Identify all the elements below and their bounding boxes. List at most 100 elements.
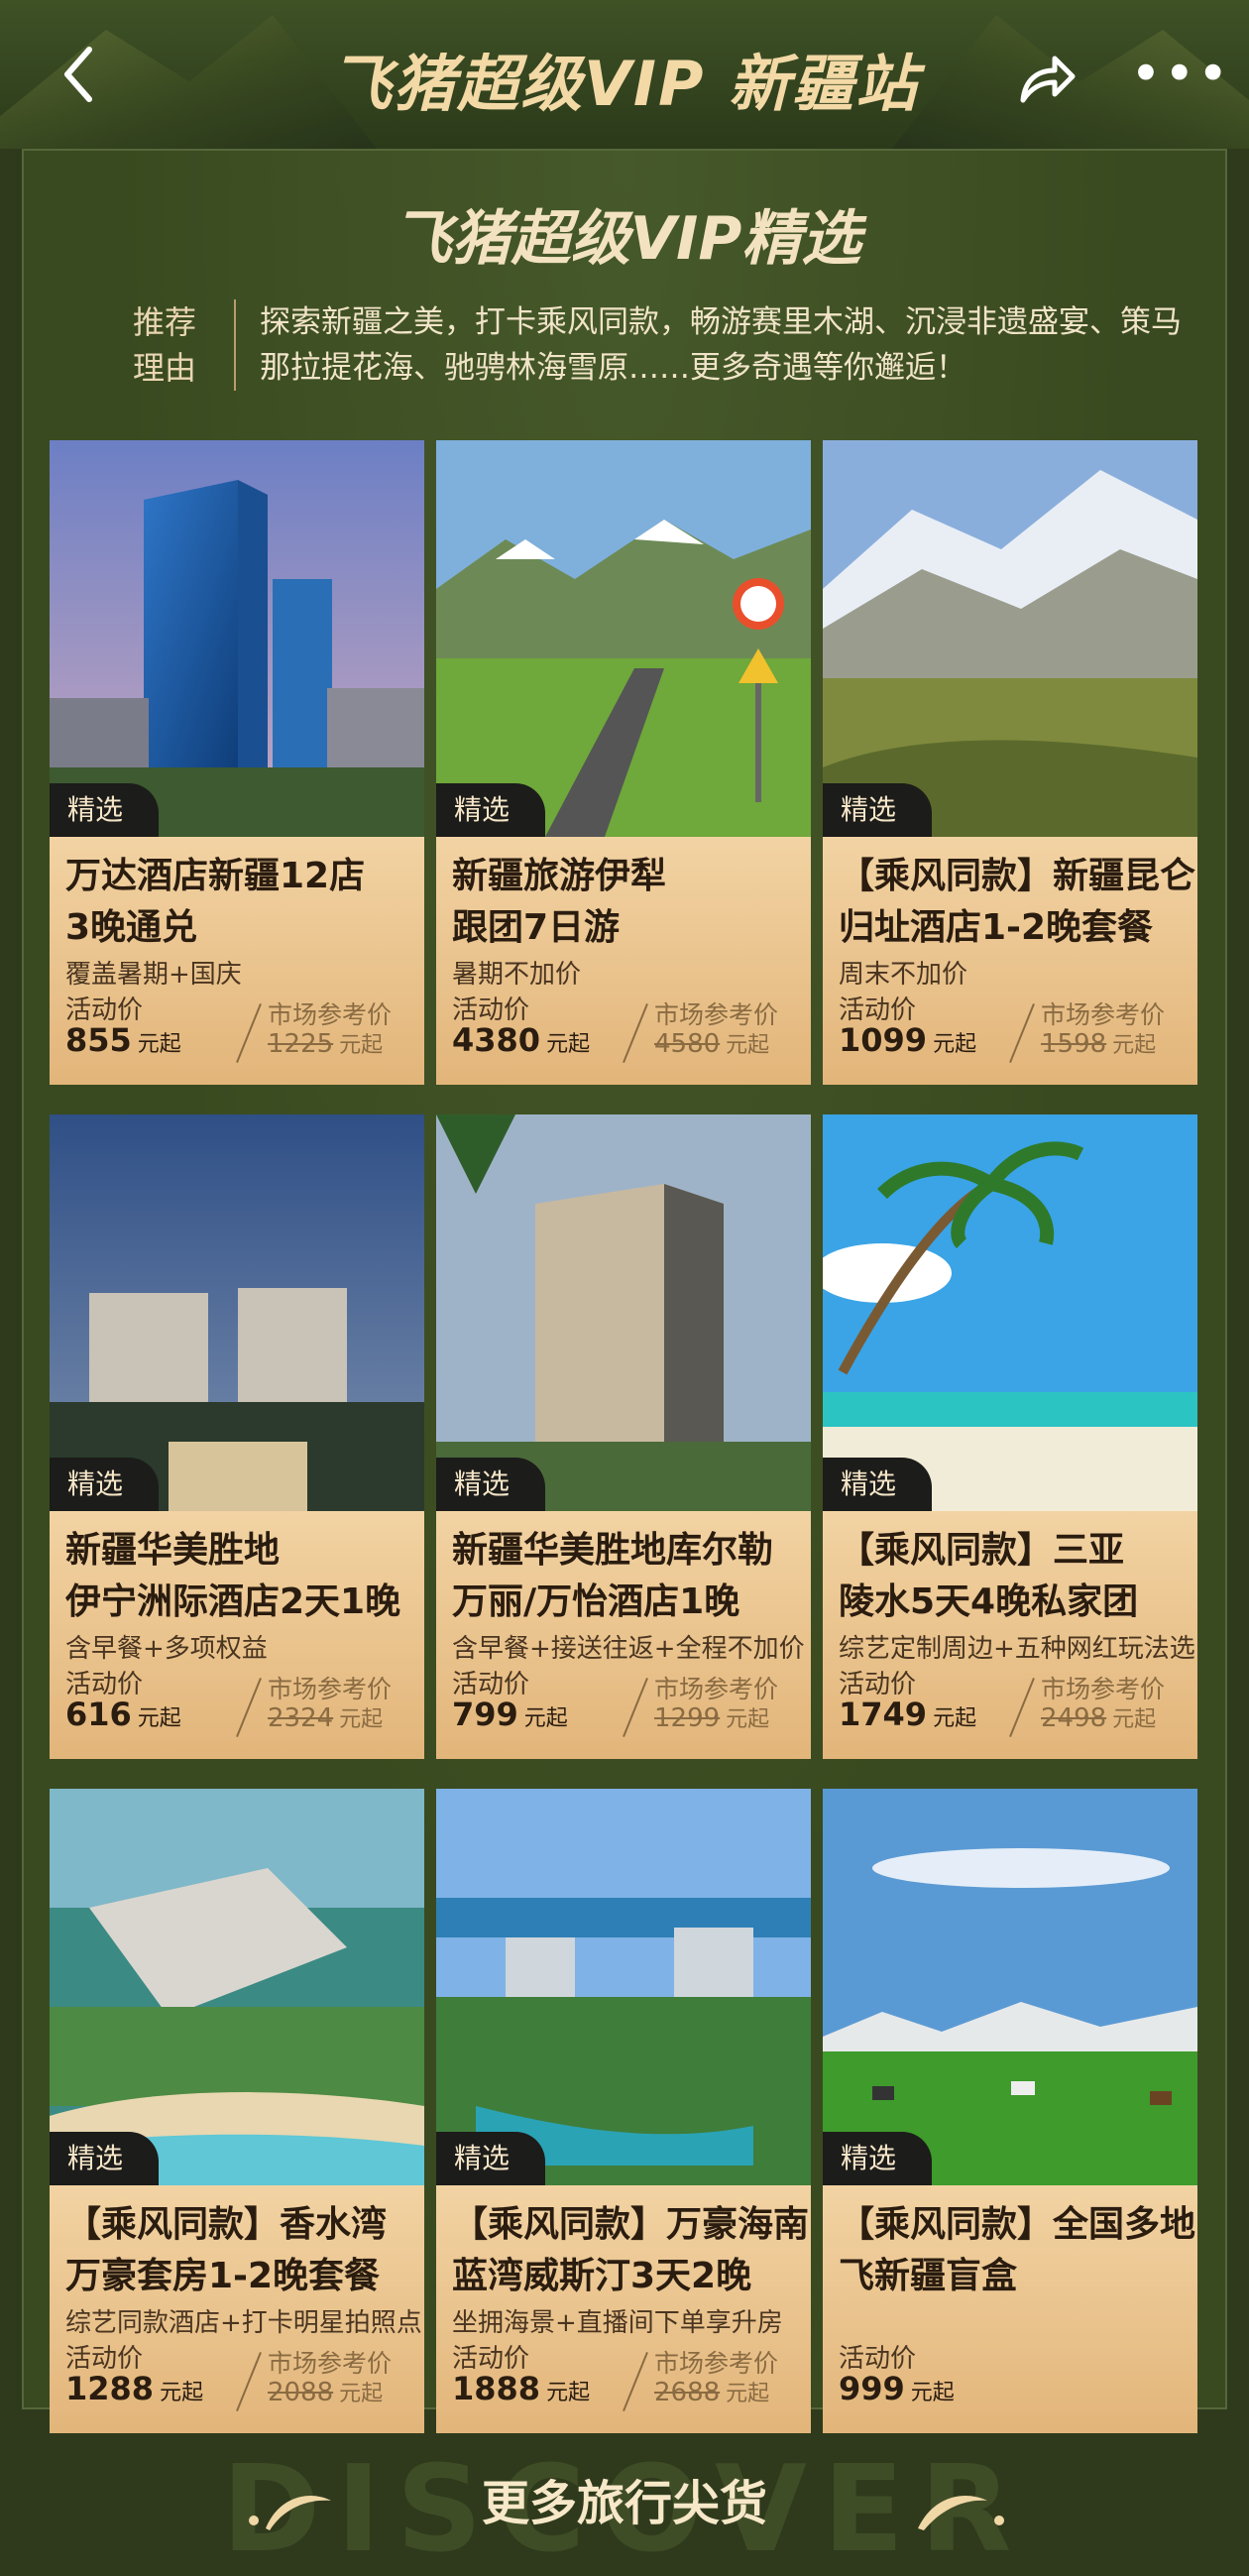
more-dots-icon[interactable]: ••• — [1130, 48, 1229, 104]
product-title: 【乘风同款】三亚 陵水5天4晚私家团 — [839, 1525, 1195, 1628]
featured-tag: 精选 — [50, 783, 159, 837]
price-value: 1288 — [65, 2370, 155, 2407]
product-title-line2: 归址酒店1-2晚套餐 — [839, 907, 1154, 948]
price-value: 1749 — [839, 1696, 928, 1733]
market-price-label: 市场参考价 — [1041, 1000, 1166, 1029]
product-card[interactable]: 精选 【乘风同款】香水湾 万豪套房1-2晚套餐 综艺同款酒店+打卡明星拍照点 活… — [50, 1789, 424, 2433]
price-value: 855 — [65, 1021, 132, 1059]
price-value: 1099 — [839, 1021, 928, 1059]
divider — [234, 299, 236, 391]
market-price: 1299 元起 — [654, 1701, 769, 1733]
activity-price: 1749 元起 — [839, 1696, 976, 1733]
product-title: 【乘风同款】香水湾 万豪套房1-2晚套餐 — [65, 2199, 422, 2302]
market-price-unit: 元起 — [1112, 1033, 1157, 1058]
featured-tag: 精选 — [50, 1458, 159, 1511]
product-image — [50, 440, 424, 837]
market-price: 1598 元起 — [1041, 1027, 1156, 1059]
featured-tag: 精选 — [823, 1458, 932, 1511]
market-price-label: 市场参考价 — [268, 1000, 393, 1029]
product-card[interactable]: 精选 【乘风同款】新疆昆仑山 归址酒店1-2晚套餐 周末不加价 活动价 1099… — [823, 440, 1197, 1085]
product-title-line1: 万达酒店新疆12店 — [65, 856, 366, 896]
product-info: 万达酒店新疆12店 3晚通兑 覆盖暑期+国庆 活动价 855 元起 市场参考价 1… — [50, 837, 424, 1085]
market-price-unit: 元起 — [726, 1033, 770, 1058]
market-price-label: 市场参考价 — [654, 1675, 779, 1703]
price-value: 4380 — [452, 1021, 541, 1059]
featured-tag: 精选 — [50, 2132, 159, 2185]
product-title-line1: 【乘风同款】三亚 — [839, 1530, 1125, 1571]
price-unit: 元起 — [933, 1032, 977, 1057]
product-subtitle: 覆盖暑期+国庆 — [65, 960, 242, 990]
product-info: 【乘风同款】香水湾 万豪套房1-2晚套餐 综艺同款酒店+打卡明星拍照点 活动价 … — [50, 2185, 424, 2433]
price-unit: 元起 — [137, 1706, 181, 1731]
market-price: 2088 元起 — [268, 2376, 383, 2407]
product-card[interactable]: 精选 【乘风同款】万豪海南 蓝湾威斯汀3天2晚 坐拥海景+直播间下单享升房 活动… — [436, 1789, 811, 2433]
product-subtitle: 周末不加价 — [839, 960, 968, 990]
price-separator — [236, 2351, 262, 2412]
product-info: 【乘风同款】万豪海南 蓝湾威斯汀3天2晚 坐拥海景+直播间下单享升房 活动价 1… — [436, 2185, 811, 2433]
product-title-line1: 【乘风同款】香水湾 — [65, 2204, 388, 2245]
product-title-line2: 蓝湾威斯汀3天2晚 — [452, 2256, 752, 2296]
price-value: 616 — [65, 1696, 132, 1733]
product-card[interactable]: 精选 万达酒店新疆12店 3晚通兑 覆盖暑期+国庆 活动价 855 元起 市场参考… — [50, 440, 424, 1085]
share-icon[interactable] — [1011, 45, 1080, 114]
product-subtitle: 综艺定制周边+五种网红玩法选 — [839, 1634, 1195, 1664]
market-price-value: 1299 — [654, 1703, 721, 1733]
market-price: 2498 元起 — [1041, 1701, 1156, 1733]
product-image — [50, 1789, 424, 2185]
product-title-line2: 飞新疆盲盒 — [839, 2256, 1018, 2296]
product-card[interactable]: 精选 【乘风同款】三亚 陵水5天4晚私家团 综艺定制周边+五种网红玩法选 活动价… — [823, 1114, 1197, 1759]
product-image — [823, 1789, 1197, 2185]
product-info: 新疆旅游伊犁 跟团7日游 暑期不加价 活动价 4380 元起 市场参考价 4580… — [436, 837, 811, 1085]
product-image — [50, 1114, 424, 1511]
product-card[interactable]: 精选 【乘风同款】全国多地 飞新疆盲盒 活动价 999 元起 — [823, 1789, 1197, 2433]
price-unit: 元起 — [546, 1032, 591, 1057]
product-title: 新疆华美胜地 伊宁洲际酒店2天1晚 — [65, 1525, 422, 1628]
price-unit: 元起 — [546, 2381, 591, 2405]
product-title: 新疆旅游伊犁 跟团7日游 — [452, 851, 809, 954]
market-price-label: 市场参考价 — [654, 2349, 779, 2378]
product-title: 【乘风同款】全国多地 飞新疆盲盒 — [839, 2199, 1195, 2302]
product-title-line2: 3晚通兑 — [65, 907, 198, 948]
market-price: 4580 元起 — [654, 1027, 769, 1059]
product-title: 新疆华美胜地库尔勒 万丽/万怡酒店1晚 — [452, 1525, 809, 1628]
product-title-line1: 新疆旅游伊犁 — [452, 856, 667, 896]
price-separator — [236, 1002, 262, 1064]
price-separator — [236, 1677, 262, 1738]
market-price: 1225 元起 — [268, 1027, 383, 1059]
price-unit: 元起 — [910, 2381, 955, 2405]
activity-price: 1099 元起 — [839, 1021, 976, 1059]
market-price-label: 市场参考价 — [654, 1000, 779, 1029]
product-title-line2: 万豪套房1-2晚套餐 — [65, 2256, 381, 2296]
product-image — [436, 440, 811, 837]
product-subtitle: 坐拥海景+直播间下单享升房 — [452, 2308, 783, 2338]
product-image — [823, 1114, 1197, 1511]
product-info: 【乘风同款】新疆昆仑山 归址酒店1-2晚套餐 周末不加价 活动价 1099 元起 … — [823, 837, 1197, 1085]
product-card[interactable]: 精选 新疆旅游伊犁 跟团7日游 暑期不加价 活动价 4380 元起 市场参考价 4… — [436, 440, 811, 1085]
reason-label: 推荐 理由 — [133, 303, 197, 387]
market-price-value: 4580 — [654, 1029, 721, 1059]
product-image — [823, 440, 1197, 837]
product-title-line1: 【乘风同款】新疆昆仑山 — [839, 856, 1197, 896]
price-separator — [623, 1002, 648, 1064]
reason-text: 探索新疆之美，打卡乘风同款，畅游赛里木湖、沉浸非遗盛宴、策马那拉提花海、驰骋林海… — [260, 304, 1182, 386]
market-price-unit: 元起 — [339, 2382, 384, 2406]
price-separator — [623, 1677, 648, 1738]
product-info: 【乘风同款】全国多地 飞新疆盲盒 活动价 999 元起 — [823, 2185, 1197, 2433]
product-title-line2: 万丽/万怡酒店1晚 — [452, 1581, 740, 1622]
market-price-label: 市场参考价 — [1041, 1675, 1166, 1703]
more-deals-button[interactable]: 更多旅行尖货 — [426, 2469, 823, 2538]
activity-price: 1888 元起 — [452, 2370, 590, 2407]
price-unit: 元起 — [933, 1706, 977, 1731]
product-card[interactable]: 精选 新疆华美胜地库尔勒 万丽/万怡酒店1晚 含早餐+接送往返+全程不加价 活动… — [436, 1114, 811, 1759]
product-info: 新疆华美胜地 伊宁洲际酒店2天1晚 含早餐+多项权益 活动价 616 元起 市场参… — [50, 1511, 424, 1759]
product-card[interactable]: 精选 新疆华美胜地 伊宁洲际酒店2天1晚 含早餐+多项权益 活动价 616 元起 … — [50, 1114, 424, 1759]
featured-tag: 精选 — [823, 2132, 932, 2185]
price-separator — [623, 2351, 648, 2412]
product-title-line1: 【乘风同款】万豪海南 — [452, 2204, 810, 2245]
activity-price: 799 元起 — [452, 1696, 568, 1733]
product-subtitle: 综艺同款酒店+打卡明星拍照点 — [65, 2308, 422, 2338]
activity-price: 999 元起 — [839, 2370, 955, 2407]
market-price-value: 2498 — [1041, 1703, 1107, 1733]
market-price-value: 2688 — [654, 2378, 721, 2407]
market-price-unit: 元起 — [726, 1707, 770, 1732]
